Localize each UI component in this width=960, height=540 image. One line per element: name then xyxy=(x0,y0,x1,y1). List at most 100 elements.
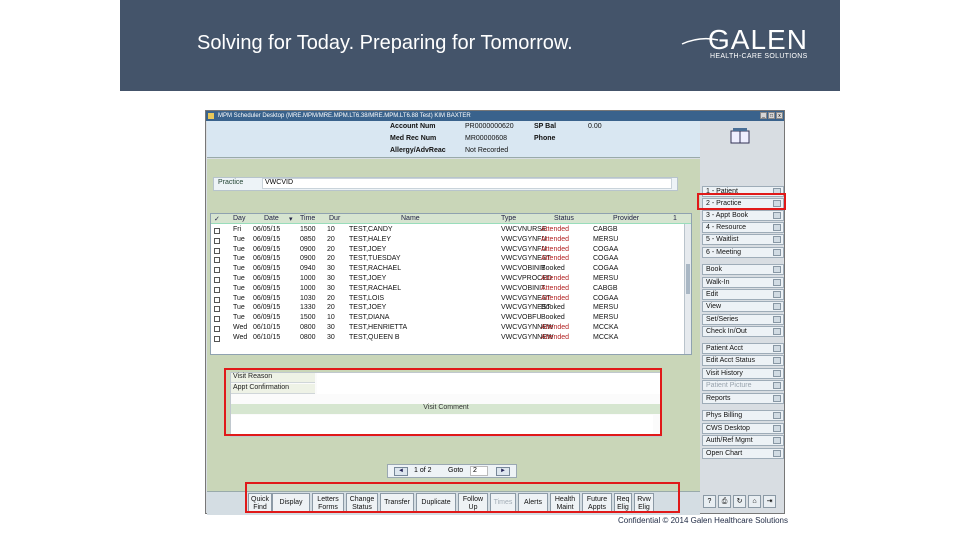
cell-time: 1500 xyxy=(300,226,316,233)
cell-date: 06/09/15 xyxy=(253,284,281,292)
row-checkbox[interactable] xyxy=(214,326,220,332)
table-row[interactable]: Tue 06/09/15 1500 10 TEST,DIANA VWCVOBFU Booke… xyxy=(211,314,686,324)
close-icon[interactable]: x xyxy=(776,112,783,119)
table-row[interactable]: Tue 06/09/15 0900 20 TEST,TUESDAY VWCVGYNEST A… xyxy=(211,255,686,265)
sidebar-action-icon xyxy=(773,450,781,457)
sidebar-button-label: Patient Acct xyxy=(706,345,743,352)
prev-page-button[interactable]: ◄ xyxy=(394,467,408,476)
pager: ◄ 1 of 2 Goto 2 ► xyxy=(387,464,517,478)
next-page-button[interactable]: ► xyxy=(496,467,510,476)
exit-icon[interactable]: ⇥ xyxy=(763,495,776,508)
row-checkbox[interactable] xyxy=(214,257,220,264)
sidebar-button-3-appt-book[interactable]: 3 - Appt Book xyxy=(702,210,784,221)
row-checkbox[interactable] xyxy=(214,277,220,283)
col-provider[interactable]: Provider xyxy=(613,215,639,222)
goto-input[interactable]: 2 xyxy=(470,466,488,476)
row-checkbox[interactable] xyxy=(214,237,220,244)
row-checkbox[interactable] xyxy=(214,267,220,274)
cell-type: VWCVNURSE xyxy=(501,226,547,233)
help-icon[interactable]: ? xyxy=(703,495,716,508)
table-row[interactable]: Wed 06/10/15 0800 30 TEST,QUEEN B VWCVGYNNEW A… xyxy=(211,334,686,344)
table-row[interactable]: Fri 06/05/15 1500 10 TEST,CANDY VWCVNURSE Atte… xyxy=(211,226,686,236)
row-checkbox[interactable] xyxy=(214,286,220,293)
appointment-book-icon[interactable] xyxy=(729,127,751,145)
minimize-icon[interactable]: _ xyxy=(760,112,767,119)
cell-status: Booked xyxy=(541,304,565,312)
col-name[interactable]: Name xyxy=(401,215,420,222)
sidebar-button-patient-acct[interactable]: Patient Acct xyxy=(702,343,784,354)
cell-day: Tue xyxy=(233,245,245,253)
sidebar-button-check-in-out[interactable]: Check In/Out xyxy=(702,326,784,337)
sidebar-button-patient-picture[interactable]: Patient Picture xyxy=(702,380,784,391)
table-row[interactable]: Tue 06/09/15 1000 30 TEST,JOEY VWCVPROCED Atte… xyxy=(211,275,686,285)
sidebar-button-label: Auth/Ref Mgmt xyxy=(706,437,753,444)
col-dur[interactable]: Dur xyxy=(329,215,340,222)
grid-header: ✓ Day Date ▾ Time Dur Name Type Status P… xyxy=(211,214,691,224)
sidebar-action-icon xyxy=(773,266,781,273)
cell-date: 06/09/15 xyxy=(253,245,281,253)
patient-banner: Account Num PR0000000620 SP Bal 0.00 Med… xyxy=(207,121,700,158)
scheduler-window: MPM Scheduler Desktop (MRE.MPM/MRE.MPM.L… xyxy=(205,110,785,515)
sidebar-button-6-meeting[interactable]: 6 - Meeting xyxy=(702,247,784,258)
app-icon xyxy=(208,113,214,119)
sidebar-button-visit-history[interactable]: Visit History xyxy=(702,368,784,379)
row-checkbox[interactable] xyxy=(214,306,220,313)
sidebar-button-4-resource[interactable]: 4 - Resource xyxy=(702,222,784,233)
table-row[interactable]: Tue 06/09/15 0900 20 TEST,JOEY VWCVGYNFU Atten… xyxy=(211,246,686,256)
col-day[interactable]: Day xyxy=(233,215,245,222)
sidebar-button-5-waitlist[interactable]: 5 - Waitlist xyxy=(702,234,784,245)
col-count: 1 xyxy=(673,215,677,222)
select-all-checkmark-icon[interactable]: ✓ xyxy=(214,215,220,223)
cell-time: 1000 xyxy=(300,275,316,282)
cell-status: Attended xyxy=(541,235,570,243)
print-icon[interactable]: ⎙ xyxy=(718,495,731,508)
row-checkbox[interactable] xyxy=(214,296,220,303)
sidebar-button-auth-ref-mgmt[interactable]: Auth/Ref Mgmt xyxy=(702,435,784,446)
sidebar-button-view[interactable]: View xyxy=(702,301,784,312)
col-time[interactable]: Time xyxy=(300,215,315,222)
grid-scrollbar[interactable] xyxy=(684,224,691,354)
sidebar-action-icon xyxy=(773,370,781,377)
sidebar-button-walk-in[interactable]: Walk-In xyxy=(702,277,784,288)
table-row[interactable]: Tue 06/09/15 1330 20 TEST,JOEY VWCVGYNEST Book… xyxy=(211,304,686,314)
sidebar-button-book[interactable]: Book xyxy=(702,264,784,275)
table-row[interactable]: Tue 06/09/15 1000 30 TEST,RACHAEL VWCVOBINIT A… xyxy=(211,285,686,295)
table-row[interactable]: Wed 06/10/15 0800 30 TEST,HENRIETTA VWCVGYNNE… xyxy=(211,324,686,334)
sidebar-button-label: Set/Series xyxy=(706,316,739,323)
table-row[interactable]: Tue 06/09/15 1030 20 TEST,LOIS VWCVGYNEST Atte… xyxy=(211,295,686,305)
sidebar-button-edit[interactable]: Edit xyxy=(702,289,784,300)
cell-provider: COGAA xyxy=(593,265,619,273)
row-checkbox[interactable] xyxy=(214,335,220,342)
cell-status: Attended xyxy=(541,324,570,331)
col-type[interactable]: Type xyxy=(501,215,516,222)
scroll-thumb[interactable] xyxy=(686,264,690,294)
sidebar-button-set-series[interactable]: Set/Series xyxy=(702,314,784,325)
cell-dur: 20 xyxy=(327,235,335,243)
cell-type: VWCVOBFU xyxy=(501,314,542,322)
row-checkbox[interactable] xyxy=(214,316,220,323)
account-num-label: Account Num xyxy=(390,123,436,130)
practice-label: Practice xyxy=(218,179,244,186)
lock-icon[interactable]: ⌂ xyxy=(748,495,761,508)
row-checkbox[interactable] xyxy=(214,228,220,234)
row-checkbox[interactable] xyxy=(214,247,220,254)
sp-bal-value: 0.00 xyxy=(588,123,602,130)
cell-provider: MERSU xyxy=(593,275,619,282)
sidebar-button-open-chart[interactable]: Open Chart xyxy=(702,448,784,459)
appointment-grid: ✓ Day Date ▾ Time Dur Name Type Status P… xyxy=(210,213,692,355)
table-row[interactable]: Tue 06/09/15 0940 30 TEST,RACHAEL VWCVOBINIT B… xyxy=(211,265,686,275)
col-date[interactable]: Date xyxy=(264,215,279,222)
maximize-icon[interactable]: □ xyxy=(768,112,775,119)
sidebar-button-cws-desktop[interactable]: CWS Desktop xyxy=(702,423,784,434)
sidebar-button-reports[interactable]: Reports xyxy=(702,393,784,404)
col-status[interactable]: Status xyxy=(554,215,574,222)
sidebar-button-label: Reports xyxy=(706,395,731,402)
sidebar-button-phys-billing[interactable]: Phys Billing xyxy=(702,410,784,421)
sidebar-action-icon xyxy=(773,249,781,256)
practice-field[interactable] xyxy=(262,178,672,189)
refresh-icon[interactable]: ↻ xyxy=(733,495,746,508)
cell-status: Booked xyxy=(541,265,565,273)
sidebar-button-label: 3 - Appt Book xyxy=(706,212,749,219)
sidebar-button-edit-acct-status[interactable]: Edit Acct Status xyxy=(702,355,784,366)
table-row[interactable]: Tue 06/09/15 0850 20 TEST,HALEY VWCVGYNFU Atte… xyxy=(211,236,686,246)
